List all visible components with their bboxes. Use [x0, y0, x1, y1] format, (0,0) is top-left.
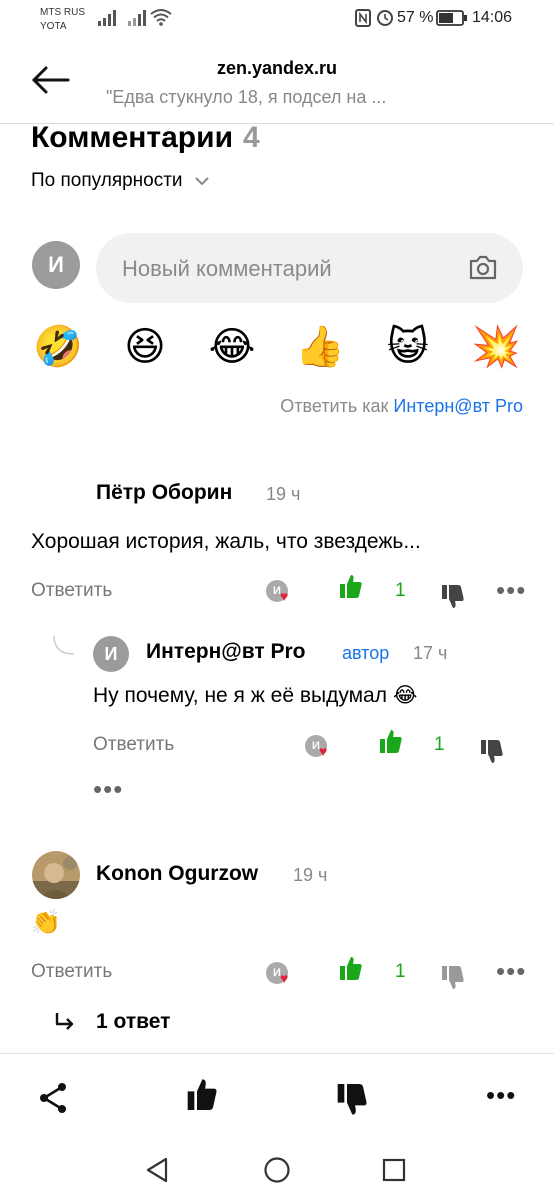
author-badge: автор: [342, 643, 390, 663]
reaction-cat[interactable]: 😺: [382, 323, 434, 371]
sort-label: По популярности: [31, 170, 183, 191]
chevron-down-icon: [194, 177, 209, 186]
comments-title: Комментарии 4: [31, 121, 260, 155]
more-icon[interactable]: •••: [496, 577, 526, 603]
reaction-collision[interactable]: 💥: [470, 323, 522, 371]
dislike-icon[interactable]: [479, 739, 503, 765]
like-count: 1: [434, 734, 445, 755]
carrier-2: YOTA: [40, 21, 67, 32]
like-count: 1: [395, 580, 406, 601]
comment-author[interactable]: Пётр Оборин: [96, 481, 232, 505]
more-icon[interactable]: •••: [496, 958, 526, 984]
sort-dropdown[interactable]: По популярности: [31, 170, 211, 192]
more-icon[interactable]: •••: [93, 776, 123, 802]
like-icon[interactable]: [338, 573, 362, 599]
author-liked-badge: И ♥: [305, 735, 328, 759]
reaction-thumbs-up[interactable]: 👍: [294, 323, 346, 371]
thread-connector: [53, 636, 75, 655]
dislike-icon[interactable]: [440, 584, 464, 610]
share-icon[interactable]: [38, 1082, 68, 1114]
reply-arrow-icon: [55, 1013, 74, 1030]
replies-count: 1 ответ: [96, 1010, 171, 1033]
author-liked-badge: И ♥: [266, 580, 289, 604]
heart-icon: ♥: [280, 588, 289, 604]
comment-text: Ну почему, не я ж её выдумал 😂: [93, 684, 418, 707]
new-comment-placeholder: Новый комментарий: [122, 256, 332, 281]
reply-avatar: И: [93, 636, 129, 672]
bottom-action-bar: [0, 1053, 554, 1144]
comment-time: 19 ч: [293, 865, 328, 885]
comment-author[interactable]: Интерн@вт Pro: [146, 640, 306, 664]
comments-title-text: Комментарии: [31, 121, 234, 154]
comments-count: 4: [243, 121, 260, 154]
like-count: 1: [395, 961, 406, 982]
article-dislike-icon[interactable]: [335, 1082, 367, 1118]
battery-percent: 57 %: [397, 9, 434, 26]
reply-as-account[interactable]: Интерн@вт Pro: [393, 396, 523, 416]
like-icon[interactable]: [378, 728, 402, 754]
like-icon[interactable]: [338, 955, 362, 981]
clock: 14:06: [472, 9, 513, 26]
heart-icon: ♥: [319, 743, 328, 759]
reaction-laughing[interactable]: 😆: [119, 323, 171, 371]
carrier-1: MTS RUS: [40, 7, 85, 18]
alarm-icon: [377, 10, 393, 26]
page-domain: zen.yandex.ru: [216, 58, 338, 78]
reaction-rofl[interactable]: 🤣: [32, 323, 84, 371]
signal-icon-2: [128, 10, 146, 26]
comment-time: 19 ч: [266, 484, 301, 504]
author-liked-badge: И ♥: [266, 962, 289, 986]
dislike-icon[interactable]: [440, 965, 464, 991]
user-photo-avatar: [32, 851, 80, 899]
user-avatar: И: [32, 241, 80, 289]
comment-time: 17 ч: [413, 643, 448, 663]
reply-as: Ответить как Интерн@вт Pro: [280, 396, 523, 417]
nav-home-icon[interactable]: [263, 1156, 291, 1184]
nfc-icon: [355, 9, 371, 27]
nav-back-icon[interactable]: [144, 1156, 170, 1184]
heart-icon: ♥: [280, 970, 289, 986]
reaction-tears-of-joy[interactable]: 😂: [206, 323, 258, 371]
reply-button[interactable]: Ответить: [31, 961, 112, 983]
new-comment-input[interactable]: Новый комментарий: [96, 233, 523, 303]
show-replies-link[interactable]: 1 ответ: [54, 1010, 170, 1034]
comment-text: 👏: [31, 909, 61, 936]
battery-icon: [436, 10, 467, 26]
comment-author[interactable]: Konon Ogurzow: [96, 862, 258, 886]
signal-icon: [98, 10, 116, 26]
reply-as-prefix: Ответить как: [280, 396, 389, 416]
article-like-icon[interactable]: [185, 1076, 217, 1112]
article-more-icon[interactable]: •••: [486, 1082, 516, 1108]
reply-button[interactable]: Ответить: [31, 580, 112, 602]
article-subtitle: "Едва стукнуло 18, я подсел на ...: [106, 87, 387, 107]
camera-icon[interactable]: [468, 253, 498, 281]
reply-button[interactable]: Ответить: [93, 734, 174, 756]
nav-recents-icon[interactable]: [382, 1158, 406, 1182]
wifi-icon: [150, 9, 172, 26]
comment-text: Хорошая история, жаль, что звездежь...: [31, 530, 421, 553]
